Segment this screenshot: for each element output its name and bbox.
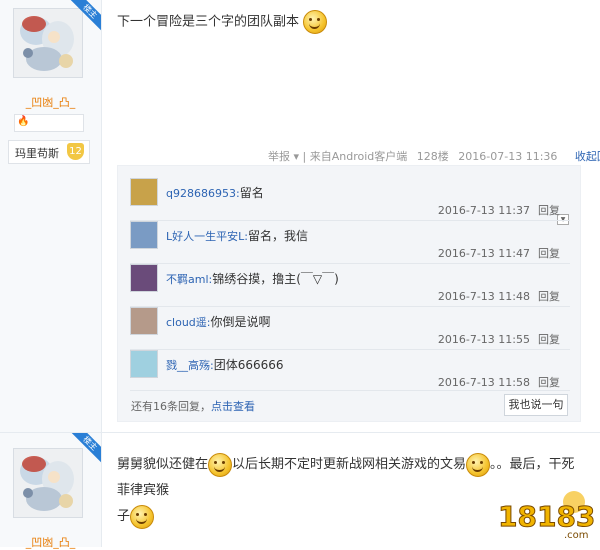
reply-username[interactable]: 戮__高殇 (166, 359, 210, 372)
list-item: q928686953:留名 ▼ 2016-7-13 11:37回复 (130, 178, 570, 225)
reply-list: q928686953:留名 ▼ 2016-7-13 11:37回复 L好人一生平… (117, 165, 581, 422)
reply-button[interactable]: 回复 (538, 376, 560, 389)
reply-meta: 2016-7-13 11:58 回复 (438, 374, 560, 390)
reply-meta: 2016-7-13 11:48 回复 (438, 288, 560, 304)
source-label: 来自Android客户端 (309, 150, 408, 163)
reply-time: 2016-7-13 11:55 (437, 333, 530, 346)
view-more-link[interactable]: 点击查看 (211, 400, 255, 413)
list-item: cloud遥:你倒是说啊 2016-7-13 11:55 回复 (130, 307, 570, 349)
reply-meta: 2016-7-13 11:37 回复 (438, 202, 560, 218)
forum-badge[interactable]: 玛里苟斯 12 (8, 140, 90, 164)
reply-user-line: 戮__高殇:团体666666 (166, 358, 284, 372)
post-text: 下一个冒险是三个字的团队副本 (117, 14, 300, 30)
reply-text: 团体666666 (213, 358, 284, 372)
site-watermark-logo: 18183 .com (498, 491, 596, 540)
reply-button[interactable]: 回复 (538, 333, 560, 346)
author-sidebar: 楼主 _凹凼_凸_ 🔥 玛里苟斯 12 楼主 _凹凼_凸_ (0, 0, 102, 550)
badge-name: 玛里苟斯 (15, 147, 59, 160)
list-item: L好人一生平安L:留名，我信 2016-7-13 11:47 回复 (130, 221, 570, 263)
collapse-replies-link[interactable]: 收起回复 (575, 150, 600, 163)
reply-text: 留名 (239, 186, 264, 200)
reply-button[interactable]: 回复 (538, 290, 560, 303)
smile-emoji-icon (130, 504, 155, 529)
avatar[interactable] (130, 221, 158, 249)
avatar[interactable] (130, 350, 158, 378)
post-meta: 举报 ▾ | 来自Android客户端 128楼 2016-07-13 11:3… (268, 148, 600, 164)
reply-time: 2016-7-13 11:58 (437, 376, 530, 389)
reply-user-line: q928686953:留名 (166, 186, 264, 200)
reply-username[interactable]: 不羁aml (166, 273, 209, 286)
avatar[interactable] (130, 178, 158, 206)
reply-user-line: L好人一生平安L:留名，我信 (166, 229, 308, 243)
post-content: 下一个冒险是三个字的团队副本 (117, 10, 328, 34)
reply-username[interactable]: cloud遥 (166, 316, 207, 329)
post-text: 子 (117, 509, 131, 524)
level-indicator: 🔥 (14, 114, 84, 132)
svg-text:.com: .com (564, 530, 589, 540)
reply-text: 锦绣谷摸，撸主(￣▽￣) (212, 272, 339, 286)
meta-separator: | (302, 150, 307, 163)
list-item: 戮__高殇:团体666666 2016-7-13 11:58 回复 (130, 350, 570, 392)
post-time: 2016-07-13 11:36 (458, 150, 558, 163)
reply-time: 2016-7-13 11:37 (437, 204, 530, 217)
reply-button[interactable]: 回复 (538, 204, 560, 217)
reply-user-line: cloud遥:你倒是说啊 (166, 315, 271, 329)
reply-user-line: 不羁aml:锦绣谷摸，撸主(￣▽￣) (166, 272, 339, 286)
smile-emoji-icon (466, 452, 491, 477)
report-link[interactable]: 举报 (268, 150, 290, 163)
author-username[interactable]: _凹凼_凸_ (0, 94, 101, 110)
reply-meta: 2016-7-13 11:47 回复 (438, 245, 560, 261)
floor-number: 128楼 (416, 150, 449, 163)
add-reply-button[interactable]: 我也说一句 (504, 394, 568, 416)
op-badge: 楼主 (67, 432, 101, 466)
badge-level: 12 (67, 143, 84, 160)
more-replies-count: 还有16条回复， (131, 400, 211, 413)
avatar[interactable] (130, 264, 158, 292)
avatar[interactable] (130, 307, 158, 335)
list-item: 不羁aml:锦绣谷摸，撸主(￣▽￣) 2016-7-13 11:48 回复 (130, 264, 570, 306)
author-username[interactable]: _凹凼_凸_ (0, 534, 101, 550)
smile-emoji-icon (208, 452, 233, 477)
post-divider (0, 432, 600, 433)
fire-icon: 🔥 (17, 116, 30, 127)
op-badge: 楼主 (67, 0, 101, 34)
reply-text: 你倒是说啊 (210, 315, 271, 329)
divider (130, 390, 570, 391)
dropdown-caret-icon[interactable]: ▾ (294, 150, 300, 163)
post-text: 舅舅貌似还健在 (117, 457, 209, 472)
reply-meta: 2016-7-13 11:55 回复 (438, 331, 560, 347)
reply-text: 留名，我信 (247, 229, 308, 243)
reply-username[interactable]: q928686953 (166, 187, 236, 200)
more-replies: 还有16条回复，点击查看 (131, 398, 255, 414)
reply-button[interactable]: 回复 (538, 247, 560, 260)
reply-time: 2016-7-13 11:48 (437, 290, 530, 303)
smile-emoji-icon (303, 10, 328, 34)
svg-text:18183: 18183 (498, 500, 595, 533)
reply-username[interactable]: L好人一生平安L (166, 230, 244, 243)
post-text: 以后长期不定时更新战网相关游戏的文易 (232, 457, 467, 472)
reply-time: 2016-7-13 11:47 (437, 247, 530, 260)
